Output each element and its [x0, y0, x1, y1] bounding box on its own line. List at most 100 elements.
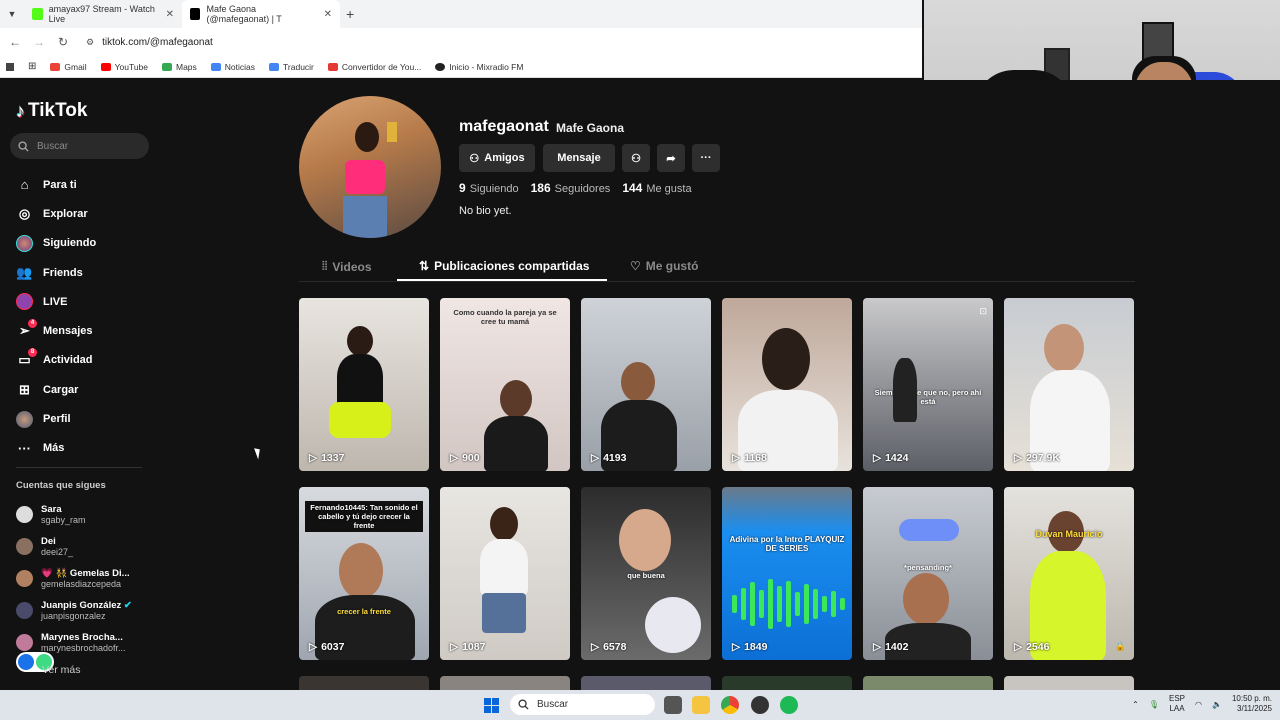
tiktok-logo[interactable]: ♪ TikTok — [16, 100, 87, 122]
share-button[interactable]: ➦ — [657, 144, 685, 172]
youtube-icon — [100, 62, 111, 71]
more-options-button[interactable]: ··· — [692, 144, 720, 172]
sidebar-item-mensajes[interactable]: ➢ 4 Mensajes — [16, 316, 96, 345]
add-friend-button[interactable]: ⚇ — [622, 144, 650, 172]
chrome-icon[interactable] — [721, 696, 739, 714]
site-info-icon[interactable]: ⚙ — [86, 37, 94, 48]
video-card[interactable]: Siempre dice que no, pero ahí está ⊡ ▷ 14… — [863, 298, 993, 471]
video-card[interactable]: que buena ▷ 6578 — [581, 487, 711, 660]
video-card[interactable]: ▷ 1168 — [722, 298, 852, 471]
video-card[interactable]: Duvan Mauricio 🔒 ▷ 2546 — [1004, 487, 1134, 660]
view-count: ▷ 900 — [450, 452, 480, 464]
obs-icon[interactable] — [751, 696, 769, 714]
tab-title: Mafe Gaona (@mafegaonat) | T — [206, 4, 282, 24]
language-indicator[interactable]: ESP LAA — [1169, 694, 1185, 714]
url-text: tiktok.com/@mafegaonat — [102, 36, 213, 48]
video-card-partial[interactable] — [581, 676, 711, 690]
bookmark-maps[interactable]: Maps — [162, 62, 197, 72]
following-count[interactable]: 9 Siguiendo — [459, 181, 519, 195]
view-count: ▷ 2546 — [1014, 641, 1050, 653]
profile-avatar-large[interactable] — [299, 96, 441, 238]
volume-icon[interactable]: 🔈 — [1212, 700, 1222, 709]
bookmark-convertidor[interactable]: Convertidor de You... — [327, 62, 421, 72]
view-count: ▷ 1337 — [309, 452, 345, 464]
sidebar-item-para-ti[interactable]: ⌂ Para ti — [16, 170, 96, 199]
thumb-shorts — [482, 593, 526, 633]
following-account[interactable]: Dei deei27_ — [16, 530, 132, 562]
video-card[interactable]: Como cuando la pareja ya se cree tu mamá… — [440, 298, 570, 471]
tray-chevron-icon[interactable]: ⌃ — [1132, 700, 1139, 709]
view-count: ▷ 1402 — [873, 641, 909, 653]
sidebar-item-cargar[interactable]: ⊞ Cargar — [16, 375, 96, 404]
bookmark-gmail[interactable]: Gmail — [50, 62, 87, 72]
play-icon: ▷ — [873, 641, 882, 653]
thumb-head — [621, 362, 655, 402]
video-card-partial[interactable] — [863, 676, 993, 690]
sidebar-item-perfil[interactable]: Perfil — [16, 404, 96, 433]
video-card[interactable]: Adivina por la Intro PLAYQUIZ DE SERIES … — [722, 487, 852, 660]
video-card-partial[interactable] — [1004, 676, 1134, 690]
tab-videos[interactable]: ⦙⦙ Videos — [322, 259, 372, 274]
microphone-icon[interactable]: 🎙 — [1149, 700, 1159, 709]
activity-icon: ▭ 8 — [16, 347, 37, 369]
browser-tab-kick[interactable]: amayax97 Stream - Watch Live ✕ — [24, 0, 182, 28]
video-card-partial[interactable] — [722, 676, 852, 690]
bookmark-traducir[interactable]: Traducir — [269, 62, 314, 72]
sound-wave-icon — [899, 519, 959, 541]
sidebar-item-actividad[interactable]: ▭ 8 Actividad — [16, 346, 96, 375]
file-explorer-icon[interactable] — [692, 696, 710, 714]
spotify-icon[interactable] — [780, 696, 798, 714]
video-card[interactable]: *pensanding* ▷ 1402 — [863, 487, 993, 660]
following-account[interactable]: 💗 👯 Gemelas Di... gemelasdiazcepeda — [16, 562, 132, 594]
new-tab-icon[interactable]: + — [340, 6, 360, 22]
video-card[interactable]: ▷ 297.9K — [1004, 298, 1134, 471]
search-input[interactable]: Buscar — [10, 133, 149, 159]
apps-grid-icon[interactable]: ⊞ — [28, 61, 36, 72]
back-icon[interactable]: ← — [8, 35, 22, 49]
wifi-icon[interactable]: ◠ — [1195, 700, 1202, 709]
bookmark-noticias[interactable]: Noticias — [210, 62, 255, 72]
sidebar-item-explorar[interactable]: ◎ Explorar — [16, 199, 96, 228]
task-view-icon[interactable] — [664, 696, 682, 714]
friends-button[interactable]: ⚇ Amigos — [459, 144, 535, 172]
video-card[interactable]: ▷ 1087 — [440, 487, 570, 660]
windows-start-icon[interactable] — [484, 698, 499, 713]
taskbar-search[interactable]: Buscar — [510, 694, 655, 715]
see-more-link[interactable]: Ver más — [42, 664, 81, 676]
following-account[interactable]: Juanpis González ✔ juanpisgonzalez — [16, 594, 132, 626]
messenger-icon — [18, 654, 34, 670]
tab-reposts[interactable]: ⇅ Publicaciones compartidas — [419, 259, 589, 273]
sidebar-item-live[interactable]: LIVE — [16, 287, 96, 316]
clock[interactable]: 10:50 p. m. 3/11/2025 — [1232, 694, 1272, 714]
url-field[interactable]: ⚙ tiktok.com/@mafegaonat — [86, 36, 213, 48]
sidebar-item-friends[interactable]: 👥 Friends — [16, 258, 96, 287]
sidebar-item-siguiendo[interactable]: Siguiendo — [16, 229, 96, 258]
close-icon[interactable]: ✕ — [166, 9, 174, 20]
video-card-partial[interactable] — [440, 676, 570, 690]
followers-count[interactable]: 186 Seguidores — [531, 181, 611, 195]
close-icon[interactable]: ✕ — [324, 9, 332, 20]
sidebar-item-mas[interactable]: ··· Más — [16, 434, 96, 463]
browser-tab-tiktok[interactable]: Mafe Gaona (@mafegaonat) | T ✕ — [182, 0, 340, 28]
add-user-icon: ⚇ — [631, 152, 641, 165]
verified-icon: ✔ — [123, 599, 132, 611]
tab-search-icon[interactable]: ▼ — [0, 9, 24, 19]
video-card[interactable]: ▷ 1337 — [299, 298, 429, 471]
tab-liked[interactable]: ♡ Me gustó — [630, 259, 698, 273]
video-card-partial[interactable] — [299, 676, 429, 690]
reload-icon[interactable]: ↻ — [56, 35, 70, 49]
video-card[interactable]: Fernando10445: Tan sonido el cabello y t… — [299, 487, 429, 660]
forward-icon[interactable]: → — [32, 35, 46, 49]
message-button[interactable]: Mensaje — [543, 144, 615, 172]
play-icon: ▷ — [873, 452, 882, 464]
bookmark-mixradio[interactable]: Inicio - Mixradio FM — [435, 62, 523, 72]
following-account[interactable]: Sara sgaby_ram — [16, 498, 132, 530]
tiktok-note-icon: ♪ — [16, 100, 25, 121]
avatar — [16, 537, 33, 555]
view-count: ▷ 297.9K — [1014, 452, 1060, 464]
grid-icon: ⦙⦙ — [322, 259, 328, 273]
bookmark-folder-icon[interactable] — [6, 62, 14, 71]
bookmark-youtube[interactable]: YouTube — [100, 62, 148, 72]
video-card[interactable]: ▷ 4193 — [581, 298, 711, 471]
avatar — [16, 601, 33, 619]
